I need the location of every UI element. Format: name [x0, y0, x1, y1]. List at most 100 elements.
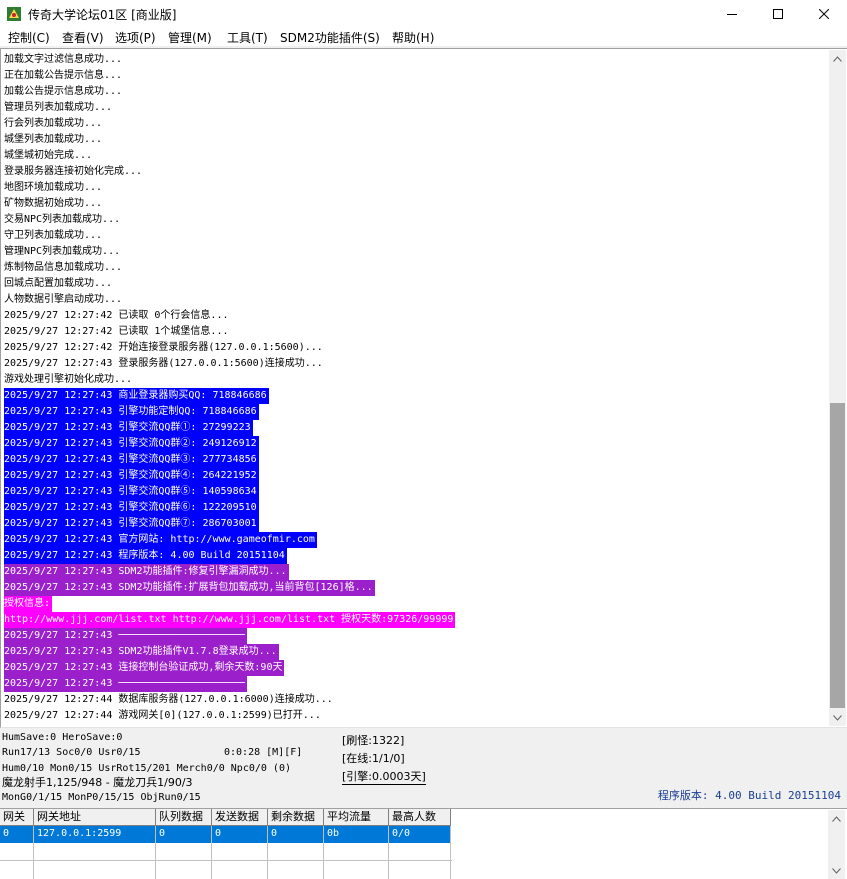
log-line: 人物数据引擎启动成功... [4, 292, 824, 308]
log-line-text: 登录服务器连接初始化完成... [4, 166, 143, 177]
column-header[interactable]: 平均流量 [324, 809, 389, 826]
status-panel: HumSave:0 HeroSave:0 Run17/13 Soc0/0 Usr… [0, 729, 847, 807]
scroll-down-button[interactable] [829, 709, 846, 726]
log-line: 授权信息: [4, 596, 824, 612]
log-line-text: 炼制物品信息加载成功... [4, 262, 123, 273]
column-header[interactable]: 剩余数据 [268, 809, 324, 826]
log-line: 炼制物品信息加载成功... [4, 260, 824, 276]
column-header[interactable]: 发送数据 [212, 809, 268, 826]
close-button[interactable] [801, 0, 847, 28]
status-object-counts: Hum0/10 Mon0/15 UsrRot15/201 Merch0/0 Np… [2, 763, 291, 774]
log-line-text: http://www.jjj.com/list.txt http://www.j… [4, 612, 456, 628]
log-line: 2025/9/27 12:27:43 ───────────────────── [4, 676, 824, 692]
close-icon [819, 9, 829, 19]
log-line: 管理员列表加载成功... [4, 100, 824, 116]
log-line-text: 2025/9/27 12:27:42 已读取 1个城堡信息... [4, 326, 229, 337]
menu-view[interactable]: 查看(V) [62, 29, 104, 46]
minimize-button[interactable] [709, 0, 755, 28]
log-line-text: 2025/9/27 12:27:43 引擎交流QQ群①: 27299223 [4, 420, 253, 436]
log-line-text: 2025/9/27 12:27:43 SDM2功能插件:修复引擎漏洞成功... [4, 564, 289, 580]
log-line-text: 守卫列表加载成功... [4, 230, 103, 241]
log-line: 2025/9/27 12:27:43 连接控制台验证成功,剩余天数:90天 [4, 660, 824, 676]
chevron-down-icon [833, 714, 842, 721]
engine-days: [引擎:0.0003天] [342, 770, 426, 785]
column-header[interactable]: 网关 [0, 809, 34, 826]
log-line-text: 2025/9/27 12:27:44 游戏网关[0](127.0.0.1:259… [4, 710, 321, 721]
log-line-text: 2025/9/27 12:27:43 程序版本: 4.00 Build 2015… [4, 548, 287, 564]
log-line-text: 管理NPC列表加载成功... [4, 246, 121, 257]
menu-bar: 控制(C) 查看(V) 选项(P) 管理(M) 工具(T) SDM2功能插件(S… [0, 28, 847, 47]
column-header[interactable]: 队列数据 [156, 809, 212, 826]
log-line: 2025/9/27 12:27:43 引擎交流QQ群②: 249126912 [4, 436, 824, 452]
menu-control[interactable]: 控制(C) [8, 29, 50, 46]
log-line-text: 回城点配置加载成功... [4, 278, 113, 289]
log-line: 2025/9/27 12:27:44 数据库服务器(127.0.0.1:6000… [4, 692, 824, 708]
chevron-up-icon [832, 815, 841, 822]
log-line: 地图环境加载成功... [4, 180, 824, 196]
log-line: 2025/9/27 12:27:43 SDM2功能插件V1.7.8登录成功... [4, 644, 824, 660]
log-line-text: 2025/9/27 12:27:43 引擎交流QQ群④: 264221952 [4, 468, 259, 484]
online-count: [在线:1/1/0] [342, 752, 405, 765]
app-icon [7, 7, 21, 21]
log-scrollbar[interactable] [829, 50, 846, 726]
scroll-thumb[interactable] [830, 403, 845, 708]
log-line: 加载公告提示信息成功... [4, 84, 824, 100]
log-line-text: 2025/9/27 12:27:43 引擎交流QQ群⑤: 140598634 [4, 484, 259, 500]
log-panel[interactable]: 加载文字过滤信息成功... 正在加载公告提示信息... 加载公告提示信息成功... 管… [0, 48, 847, 728]
log-line: 回城点配置加载成功... [4, 276, 824, 292]
log-line: 2025/9/27 12:27:43 引擎交流QQ群①: 27299223 [4, 420, 824, 436]
log-line-text: 2025/9/27 12:27:43 引擎交流QQ群②: 249126912 [4, 436, 259, 452]
maximize-button[interactable] [755, 0, 801, 28]
log-line-text: 2025/9/27 12:27:43 SDM2功能插件V1.7.8登录成功... [4, 644, 279, 660]
log-line: 正在加载公告提示信息... [4, 68, 824, 84]
log-line-text: 2025/9/27 12:27:43 SDM2功能插件:扩展背包加载成功,当前背… [4, 580, 375, 596]
minimize-icon [727, 14, 737, 15]
log-line: 行会列表加载成功... [4, 116, 824, 132]
log-line: 交易NPC列表加载成功... [4, 212, 824, 228]
log-line-text: 2025/9/27 12:27:43 引擎交流QQ群③: 277734856 [4, 452, 259, 468]
table-cell: 0b [324, 826, 389, 843]
log-line: 2025/9/27 12:27:43 引擎交流QQ群⑥: 122209510 [4, 500, 824, 516]
table-scroll-up-button[interactable] [828, 810, 845, 827]
status-monster-info: 魔龙射手1,125/948 - 魔龙刀兵1/90/3 [2, 776, 193, 789]
log-line-text: 管理员列表加载成功... [4, 102, 113, 113]
log-line: 2025/9/27 12:27:43 SDM2功能插件:修复引擎漏洞成功... [4, 564, 824, 580]
table-scroll-down-button[interactable] [828, 862, 845, 879]
refresh-monster-count: [刷怪:1322] [342, 734, 405, 747]
log-line: 守卫列表加载成功... [4, 228, 824, 244]
log-line: 2025/9/27 12:27:43 引擎交流QQ群⑤: 140598634 [4, 484, 824, 500]
log-line-text: 2025/9/27 12:27:43 ───────────────────── [4, 628, 247, 644]
scroll-up-button[interactable] [829, 50, 846, 67]
log-line: 加载文字过滤信息成功... [4, 52, 824, 68]
log-line-text: 城堡列表加载成功... [4, 134, 103, 145]
log-line-text: 交易NPC列表加载成功... [4, 214, 121, 225]
menu-tools[interactable]: 工具(T) [227, 29, 268, 46]
log-line: 2025/9/27 12:27:42 开始连接登录服务器(127.0.0.1:5… [4, 340, 824, 356]
log-line-text: 加载公告提示信息成功... [4, 86, 123, 97]
gateway-table[interactable]: 网关 网关地址 队列数据 发送数据 剩余数据 平均流量 最高人数 0 127.0… [0, 808, 847, 879]
chevron-down-icon [832, 867, 841, 874]
log-line: 登录服务器连接初始化完成... [4, 164, 824, 180]
log-line: 城堡列表加载成功... [4, 132, 824, 148]
column-header[interactable]: 最高人数 [389, 809, 451, 826]
program-version: 程序版本: 4.00 Build 20151104 [657, 789, 841, 802]
maximize-icon [773, 9, 783, 19]
table-cell: 127.0.0.1:2599 [34, 826, 156, 843]
log-line: 2025/9/27 12:27:43 SDM2功能插件:扩展背包加载成功,当前背… [4, 580, 824, 596]
log-line-text: 2025/9/27 12:27:43 ───────────────────── [4, 676, 247, 692]
menu-sdm2-plugin[interactable]: SDM2功能插件(S) [280, 29, 380, 46]
table-row[interactable]: 0 127.0.0.1:2599 0 0 0 0b 0/0 [0, 826, 451, 843]
menu-manage[interactable]: 管理(M) [168, 29, 212, 46]
log-lines: 加载文字过滤信息成功... 正在加载公告提示信息... 加载公告提示信息成功... 管… [4, 52, 824, 726]
log-line-text: 2025/9/27 12:27:43 引擎交流QQ群⑦: 286703001 [4, 516, 259, 532]
menu-help[interactable]: 帮助(H) [392, 29, 434, 46]
log-line: 管理NPC列表加载成功... [4, 244, 824, 260]
log-line: 2025/9/27 12:27:43 官方网站: http://www.game… [4, 532, 824, 548]
log-line-text: 游戏处理引擎初始化成功... [4, 374, 133, 385]
status-run-counts: Run17/13 Soc0/0 Usr0/15 [2, 747, 141, 758]
log-line-text: 加载文字过滤信息成功... [4, 54, 123, 65]
column-header[interactable]: 网关地址 [34, 809, 156, 826]
table-scrollbar[interactable] [828, 810, 845, 879]
log-line: 2025/9/27 12:27:43 ───────────────────── [4, 628, 824, 644]
menu-options[interactable]: 选项(P) [115, 29, 156, 46]
